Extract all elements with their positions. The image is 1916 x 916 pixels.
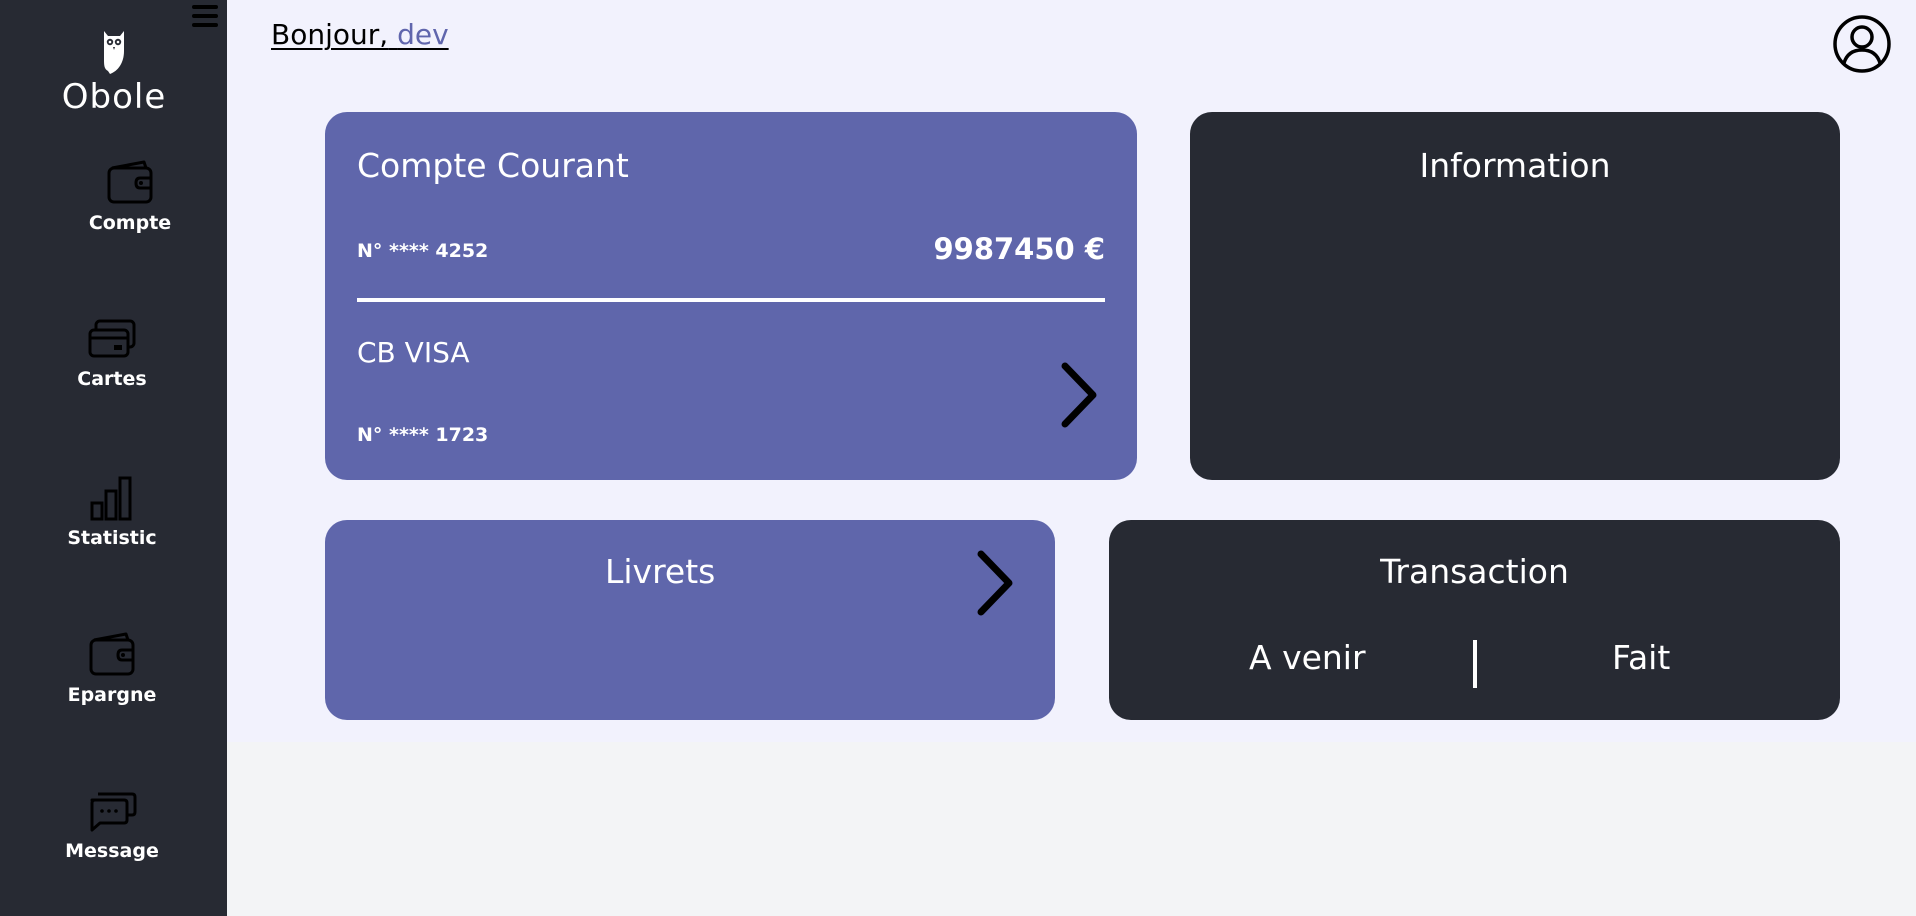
chevron-right-icon[interactable]: [975, 550, 1015, 620]
owl-icon: [104, 31, 124, 74]
app-name: Obole: [61, 77, 167, 117]
tab-done[interactable]: Fait: [1612, 638, 1670, 677]
card-title: Compte Courant: [357, 146, 629, 185]
credit-cards-icon: [88, 319, 136, 358]
card-title: Information: [1419, 146, 1611, 185]
wallet-icon: [107, 160, 153, 204]
bar-chart-icon: [90, 476, 132, 521]
sidebar-item-message[interactable]: Message: [32, 790, 192, 862]
sidebar-item-label: Compte: [88, 212, 172, 234]
information-card: Information: [1190, 112, 1840, 480]
divider: [357, 298, 1105, 302]
account-balance: 9987450 €: [933, 232, 1105, 266]
username-link[interactable]: dev: [397, 18, 449, 51]
card-title: Transaction: [1380, 552, 1569, 591]
hamburger-menu-icon[interactable]: [190, 2, 220, 30]
sidebar: Obole Compte Cartes Statistic Epargne Me…: [0, 0, 227, 916]
greeting-text: Bonjour,: [271, 18, 389, 51]
card-name: CB VISA: [357, 336, 470, 369]
sidebar-item-compte[interactable]: Compte: [50, 160, 210, 234]
current-account-card: Compte Courant N° **** 4252 9987450 € CB…: [325, 112, 1137, 480]
sidebar-item-label: Cartes: [77, 368, 147, 390]
logo: Obole: [60, 25, 168, 117]
sidebar-item-label: Statistic: [67, 527, 157, 549]
tab-divider: [1473, 640, 1477, 688]
main-content: Bonjour, dev Compte Courant N° **** 4252…: [227, 0, 1916, 742]
sidebar-item-epargne[interactable]: Epargne: [32, 632, 192, 706]
sidebar-item-label: Message: [65, 840, 159, 862]
sidebar-item-cartes[interactable]: Cartes: [32, 318, 192, 390]
sidebar-item-statistic[interactable]: Statistic: [32, 475, 192, 549]
card-title: Livrets: [605, 552, 716, 591]
chat-bubbles-icon: [90, 792, 137, 832]
wallet-icon: [89, 632, 135, 676]
sidebar-item-label: Epargne: [67, 684, 157, 706]
card-number: N° **** 1723: [357, 424, 489, 446]
greeting: Bonjour, dev: [271, 18, 449, 51]
chevron-right-icon[interactable]: [1059, 362, 1099, 432]
account-number: N° **** 4252: [357, 240, 489, 262]
livrets-card: Livrets: [325, 520, 1055, 720]
tab-upcoming[interactable]: A venir: [1249, 638, 1366, 677]
transaction-card: Transaction A venir Fait: [1109, 520, 1840, 720]
user-profile-icon[interactable]: [1832, 14, 1892, 78]
